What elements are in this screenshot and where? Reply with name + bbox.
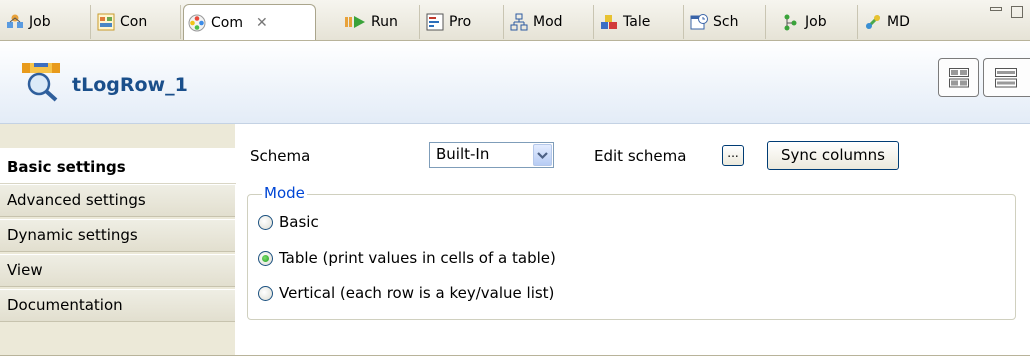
sidebar-item-advanced-settings[interactable]: Advanced settings — [0, 184, 235, 217]
minimize-icon[interactable] — [990, 7, 1002, 11]
maximize-icon[interactable] — [1011, 6, 1023, 18]
sidebar-item-documentation[interactable]: Documentation — [0, 289, 235, 322]
contexts-icon — [97, 13, 115, 31]
chevron-down-icon[interactable] — [533, 144, 552, 166]
sidebar-item-label: Basic settings — [7, 158, 126, 176]
tab-modules[interactable]: Mod — [506, 5, 594, 39]
tab-component[interactable]: Com ✕ — [183, 4, 316, 40]
sync-columns-button-label: Sync columns — [781, 146, 885, 164]
edit-schema-button-label: ... — [727, 146, 739, 160]
run-icon — [344, 13, 366, 31]
schema-select-value: Built-In — [436, 145, 490, 163]
sidebar-item-view[interactable]: View — [0, 254, 235, 287]
tab-contexts[interactable]: Con — [93, 5, 181, 39]
talend-icon — [600, 13, 618, 31]
component-icon — [188, 14, 206, 32]
scheduler-icon — [690, 13, 708, 31]
grid-layout-icon — [949, 68, 969, 88]
tab-label: Com — [211, 14, 243, 31]
mode-option-vertical[interactable]: Vertical (each row is a key/value list) — [258, 284, 554, 302]
radio-button[interactable] — [258, 250, 273, 266]
mode-option-table[interactable]: Table (print values in cells of a table) — [258, 249, 556, 267]
tab-run[interactable]: Run — [340, 5, 420, 39]
vertical-layout-button[interactable] — [983, 58, 1030, 97]
tab-job-hierarchy[interactable]: Job — [778, 5, 858, 39]
tab-label: Sch — [713, 14, 739, 30]
radio-label: Basic — [279, 213, 319, 231]
mode-legend: Mode — [262, 184, 307, 202]
mode-group: Mode Basic Table (print values in cells … — [247, 184, 1016, 320]
tab-label: Mod — [533, 14, 563, 30]
radio-label: Table (print values in cells of a table) — [279, 249, 556, 267]
horizontal-layout-button[interactable] — [938, 58, 979, 97]
component-header: tLogRow_1 — [0, 41, 1030, 124]
sidebar-item-label: View — [7, 261, 43, 279]
sidebar-item-label: Dynamic settings — [7, 226, 138, 244]
sidebar-item-label: Documentation — [7, 296, 123, 314]
schema-select[interactable]: Built-In — [429, 142, 554, 168]
job-hierarchy-icon — [782, 13, 800, 31]
tab-metadata[interactable]: MD — [860, 5, 940, 39]
settings-sidebar: Basic settings Advanced settings Dynamic… — [0, 124, 236, 356]
schema-label: Schema — [250, 147, 311, 165]
radio-button[interactable] — [258, 214, 273, 230]
panel-bottom-border — [0, 355, 1030, 356]
tab-label: Tale — [623, 14, 651, 30]
tab-label: Job — [805, 14, 827, 30]
sidebar-item-label: Advanced settings — [7, 191, 146, 209]
radio-button[interactable] — [258, 285, 273, 301]
job-icon — [6, 13, 24, 31]
radio-label: Vertical (each row is a key/value list) — [279, 284, 555, 302]
mode-option-basic[interactable]: Basic — [258, 213, 319, 231]
tlogrow-component-icon — [20, 60, 62, 102]
component-title: tLogRow_1 — [72, 74, 188, 96]
metadata-icon — [864, 13, 882, 31]
sidebar-item-basic-settings[interactable]: Basic settings — [0, 148, 236, 184]
tab-problems[interactable]: Pro — [422, 5, 504, 39]
tab-label: MD — [887, 14, 910, 30]
tab-scheduler[interactable]: Sch — [686, 5, 766, 39]
tab-job[interactable]: Job — [2, 5, 91, 39]
tab-label: Con — [120, 14, 148, 30]
edit-schema-button[interactable]: ... — [722, 145, 744, 166]
modules-icon — [510, 13, 528, 31]
sync-columns-button[interactable]: Sync columns — [767, 141, 899, 170]
edit-schema-label: Edit schema — [594, 147, 687, 165]
tab-label: Run — [371, 14, 398, 30]
rows-layout-icon — [995, 68, 1017, 88]
view-tab-bar: Job Con Com ✕ Run Pro Mod Tale Sch Job M… — [0, 0, 1030, 41]
tab-label: Pro — [449, 14, 472, 30]
tab-talend[interactable]: Tale — [596, 5, 684, 39]
problems-icon — [426, 13, 444, 31]
close-icon[interactable]: ✕ — [256, 15, 268, 31]
sidebar-item-dynamic-settings[interactable]: Dynamic settings — [0, 219, 235, 252]
tab-label: Job — [29, 14, 51, 30]
basic-settings-panel: Schema Built-In Edit schema ... Sync col… — [236, 124, 1030, 356]
